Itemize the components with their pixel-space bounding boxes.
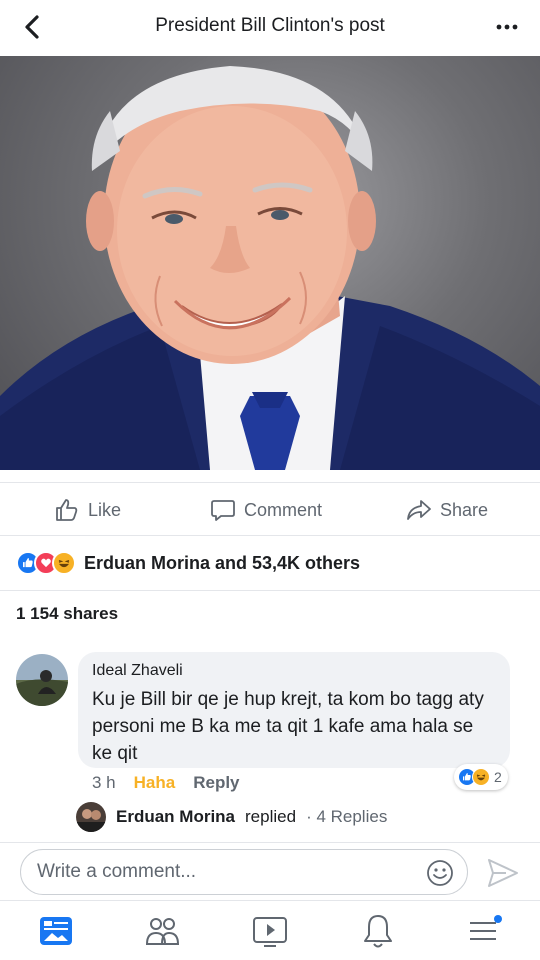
page-title: President Bill Clinton's post (155, 15, 385, 36)
share-button[interactable]: Share (406, 496, 488, 524)
shares-count[interactable]: 1 154 shares (16, 604, 118, 624)
divider (0, 590, 540, 591)
like-label: Like (88, 499, 122, 520)
post-photo[interactable] (0, 56, 540, 470)
comment-text: Ku je Bill bir qe je hup krejt, ta kom b… (92, 689, 484, 764)
reaction-icons (16, 551, 80, 575)
share-label: Share (440, 499, 489, 520)
commenter-avatar[interactable] (16, 654, 68, 706)
watch-icon[interactable] (250, 911, 290, 951)
notifications-icon[interactable] (358, 911, 398, 951)
comment-reactions-badge[interactable]: 2 (454, 764, 508, 790)
menu-icon[interactable] (464, 911, 504, 951)
view-replies-link[interactable]: Erduan Morina replied · 4 Replies (76, 802, 387, 832)
comment-reaction-count: 2 (494, 769, 502, 785)
comment-composer (0, 842, 540, 900)
replier-avatar (76, 802, 106, 832)
send-icon[interactable] (486, 857, 520, 889)
comment-time: 3 h (92, 773, 116, 792)
comment-reply-button[interactable]: Reply (193, 773, 239, 793)
replier-name: Erduan Morina (116, 807, 236, 826)
like-button[interactable]: Like (54, 496, 121, 524)
avatar-image (16, 654, 68, 706)
comment-meta: 3 h Haha Reply (92, 773, 240, 793)
friends-icon[interactable] (142, 911, 182, 951)
comment-bubble-icon (211, 500, 235, 521)
comment-author[interactable]: Ideal Zhaveli (92, 662, 496, 680)
haha-reaction-icon (472, 768, 490, 786)
share-arrow-icon (407, 500, 431, 520)
reactions-summary[interactable]: Erduan Morina and 53,4K others (16, 548, 360, 578)
more-dots-icon[interactable] (494, 14, 520, 40)
thumbs-up-icon (56, 499, 78, 521)
portrait-illustration (0, 66, 540, 470)
replies-count: · 4 Replies (306, 807, 388, 826)
comment-reaction-button[interactable]: Haha (134, 773, 176, 793)
comment-bubble[interactable]: Ideal Zhaveli Ku je Bill bir qe je hup k… (78, 652, 510, 768)
haha-reaction-icon (52, 551, 76, 575)
bottom-tab-bar (0, 900, 540, 960)
comment-label: Comment (244, 499, 323, 520)
news-feed-icon[interactable] (36, 911, 76, 951)
reactions-text: Erduan Morina and 53,4K others (84, 552, 361, 573)
top-bar: President Bill Clinton's post (0, 0, 540, 56)
post-actions: Like Comment Share (0, 482, 540, 536)
comment-input[interactable] (20, 849, 468, 895)
comment-button[interactable]: Comment (210, 496, 322, 524)
emoji-icon[interactable] (426, 859, 454, 887)
avatar-image (76, 802, 106, 832)
replied-text: replied (245, 807, 297, 826)
